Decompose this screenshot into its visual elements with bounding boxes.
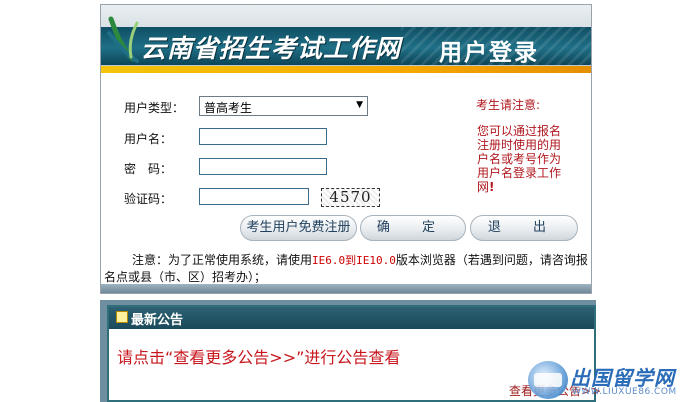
login-header-banner: 云南省招生考试工作网 用户登录 bbox=[101, 5, 591, 73]
usertype-label: 用户类型： bbox=[124, 101, 185, 115]
notepad-icon bbox=[116, 311, 128, 323]
header-accent-stripe bbox=[101, 66, 591, 73]
exit-button[interactable]: 退 出 bbox=[470, 215, 578, 241]
captcha-label: 验证码： bbox=[124, 192, 173, 206]
announcement-title: 最新公告 bbox=[131, 313, 184, 328]
password-label: 密 码： bbox=[124, 162, 173, 176]
announcement-message: 请点击“查看更多公告>>”进行公告查看 bbox=[117, 348, 401, 367]
password-input[interactable] bbox=[199, 158, 327, 175]
login-title: 用户登录 bbox=[439, 40, 539, 66]
captcha-input[interactable] bbox=[199, 188, 309, 205]
dropdown-arrow-icon: ▼ bbox=[356, 100, 363, 110]
watermark-badge-icon bbox=[528, 361, 568, 399]
usertype-selected-value: 普高考生 bbox=[204, 101, 253, 115]
site-logo-icon bbox=[107, 16, 139, 63]
watermark-url: WWW.LIUXUE86.COM bbox=[572, 387, 677, 397]
register-button[interactable]: 考生用户免费注册 bbox=[240, 215, 357, 241]
username-input[interactable] bbox=[199, 128, 327, 145]
username-label: 用户名： bbox=[124, 132, 173, 146]
site-title: 云南省招生考试工作网 bbox=[141, 34, 402, 63]
notice-prefix: 注意：为了正常使用系统，请使用 bbox=[132, 253, 313, 267]
login-bottom-bar bbox=[101, 284, 591, 293]
watermark-logo: 出国留学网 WWW.LIUXUE86.COM bbox=[528, 360, 690, 402]
confirm-button[interactable]: 确 定 bbox=[360, 215, 466, 241]
side-note-body: 您可以通过报名注册时使用的用户名或考号作为用户名登录工作网! bbox=[477, 124, 569, 194]
side-note-title: 考生请注意: bbox=[476, 98, 541, 112]
side-note-mark: ! bbox=[489, 180, 495, 194]
captcha-image[interactable]: 4570 bbox=[321, 188, 380, 207]
notice-browser-range: IE6.0到IE10.0 bbox=[312, 254, 396, 267]
browser-notice: 注意：为了正常使用系统，请使用IE6.0到IE10.0版本浏览器（若遇到问题，请… bbox=[104, 252, 588, 285]
usertype-select[interactable]: 普高考生 ▼ bbox=[199, 96, 368, 116]
